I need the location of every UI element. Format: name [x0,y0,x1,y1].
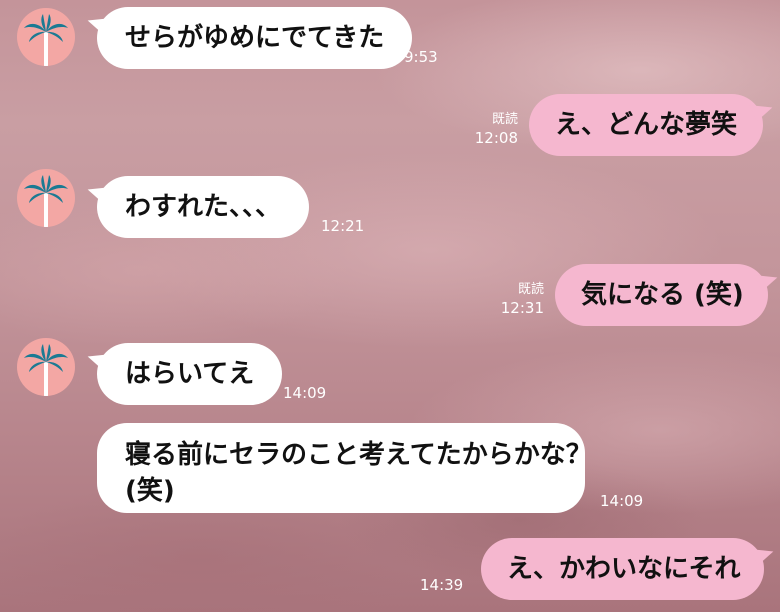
message-time: 14:39 [420,576,464,594]
message-meta: 14:09 [283,384,326,402]
message-bubble-incoming[interactable]: わすれた、、、 [85,176,310,238]
message-time: 12:21 [321,217,365,235]
message-text-line-1: 寝る前にセラのこと考えてたからかな？ [125,440,592,470]
message-bubble-incoming[interactable]: せらがゆめにでてきた [85,7,413,69]
message-text: え、かわいなにそれ [507,554,741,584]
palm-tree-icon [24,344,68,396]
message-bubble-incoming[interactable]: 寝る前にセラのこと考えてたからかな？ (笑) [97,423,592,513]
sender-avatar[interactable] [17,338,75,396]
message-meta: 9:53 [404,48,438,66]
message-meta: 14:09 [600,492,643,510]
bubble-tail [85,178,111,204]
message-meta: 14:39 [420,576,463,594]
bubble-tail [750,540,777,566]
message-text: え、どんな夢笑 [555,110,738,140]
message-text: わすれた、、、 [125,192,282,222]
message-text-line-2: (笑) [125,476,175,506]
bubble-tail [749,96,775,122]
bubble-tail [753,266,780,292]
read-receipt: 既読 [517,282,544,297]
message-time: 14:09 [600,492,644,510]
sender-avatar[interactable] [17,8,75,66]
message-meta: 既読 12:08 [464,111,518,147]
message-text: 気になる (笑) [581,280,744,310]
message-time: 9:53 [404,48,438,66]
message-meta: 12:21 [321,217,364,235]
message-bubble-outgoing[interactable]: え、どんな夢笑 [529,94,775,156]
message-bubble-outgoing[interactable]: 気になる (笑) [555,264,780,326]
sender-avatar[interactable] [17,169,75,227]
palm-tree-icon [24,175,68,227]
bubble-tail [85,9,111,35]
message-time: 12:08 [474,129,518,147]
palm-tree-icon [24,14,68,66]
message-time: 12:31 [500,299,544,317]
message-bubble-incoming[interactable]: はらいてえ [85,343,283,405]
bubble-tail [85,345,111,371]
message-bubble-outgoing[interactable]: え、かわいなにそれ [481,538,777,600]
message-time: 14:09 [283,384,327,402]
read-receipt: 既読 [491,112,518,127]
message-meta: 既読 12:31 [490,281,544,317]
message-text: せらがゆめにでてきた [125,23,385,53]
message-text: はらいてえ [125,359,255,389]
